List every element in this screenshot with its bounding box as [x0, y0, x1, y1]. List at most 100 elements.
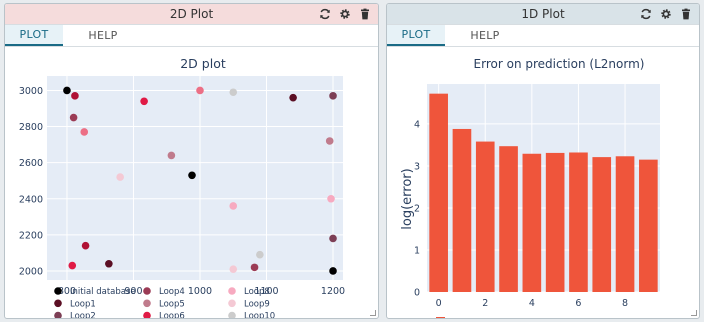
legend-item: Loop4: [143, 287, 185, 297]
legend-label: Loop10: [244, 312, 275, 318]
legend-label: Loop1: [70, 299, 96, 309]
data-point: [116, 173, 124, 181]
data-point: [229, 265, 238, 273]
plot-area: [47, 76, 343, 280]
data-point: [196, 86, 204, 95]
legend-item: Loop10: [228, 312, 275, 318]
chart-title: 2D plot: [180, 56, 226, 71]
x-tick-label: 1200: [321, 286, 345, 297]
trash-icon[interactable]: [679, 7, 693, 21]
x-tick-label: 8: [622, 298, 628, 309]
panel-tabs: PLOT HELP: [387, 25, 699, 47]
data-point: [327, 194, 335, 203]
legend-marker: [54, 287, 62, 295]
y-tick-label: 3: [414, 161, 420, 172]
legend-marker: [228, 311, 236, 318]
tab-help[interactable]: HELP: [445, 25, 525, 46]
legend-item: Loop5: [143, 299, 185, 309]
data-point: [140, 97, 148, 106]
header-actions: [639, 7, 693, 21]
data-point: [325, 137, 334, 145]
scatter-chart: 2D plot 200022002400260028003000800 900 10…: [19, 56, 345, 318]
y-tick-label: 2400: [19, 194, 43, 205]
panel-header: 1D Plot: [387, 4, 699, 25]
bar: [475, 141, 495, 292]
panel-header: 2D Plot: [5, 4, 378, 25]
chart-title: Error on prediction (L2norm): [474, 57, 645, 71]
refresh-icon[interactable]: [639, 7, 653, 21]
y-tick-label: 4: [414, 119, 420, 130]
y-tick-label: 2000: [19, 266, 43, 277]
bar: [615, 156, 635, 292]
bar-chart: Error on prediction (L2norm) log(error) …: [400, 57, 660, 318]
y-axis-label: log(error): [400, 168, 415, 229]
refresh-icon[interactable]: [318, 7, 332, 21]
gear-icon[interactable]: [338, 7, 352, 21]
data-point: [63, 86, 71, 95]
bar: [639, 159, 658, 292]
legend-label: Loop5: [159, 299, 185, 309]
legend-item: Loop2: [54, 312, 96, 318]
y-tick-label: 2800: [19, 122, 43, 133]
bar: [569, 152, 588, 292]
x-tick-label: 1000: [188, 286, 212, 297]
y-tick-label: 0: [414, 288, 420, 299]
legend-label: Initial database: [70, 287, 136, 297]
data-point: [329, 92, 337, 100]
legend-item: Loop8: [228, 287, 270, 297]
panel-1d-plot: 1D Plot PLOT HELP Error on prediction (L…: [386, 3, 700, 319]
resize-handle[interactable]: [691, 310, 697, 316]
legend-item: Column 0: [436, 317, 445, 318]
legend-marker: [228, 299, 236, 308]
data-point: [229, 88, 238, 97]
bar: [452, 128, 472, 292]
legend-marker: [436, 317, 445, 318]
data-point: [256, 250, 264, 259]
resize-handle[interactable]: [370, 310, 376, 316]
legend-marker: [54, 299, 62, 308]
y-tick-label: 2600: [19, 158, 43, 169]
header-actions: [318, 7, 372, 21]
bar: [592, 157, 612, 292]
gear-icon[interactable]: [659, 7, 673, 21]
data-point: [81, 241, 90, 250]
panel-2d-plot: 2D Plot PLOT HELP 2D plot 2000 2200 2400 26…: [4, 3, 379, 319]
data-point: [329, 234, 337, 243]
x-tick-label: 4: [529, 298, 535, 309]
legend-label: Loop2: [70, 312, 96, 318]
data-point: [188, 171, 196, 180]
bar: [499, 146, 518, 292]
x-tick-label: 2: [482, 298, 488, 309]
trash-icon[interactable]: [358, 7, 372, 21]
legend-marker: [143, 299, 151, 308]
y-tick-label: 2: [414, 203, 420, 214]
tab-plot[interactable]: PLOT: [387, 25, 445, 46]
legend-label: Loop4: [159, 287, 185, 297]
data-point: [250, 263, 259, 272]
tab-help[interactable]: HELP: [63, 25, 143, 46]
data-point: [167, 151, 176, 160]
bar: [522, 153, 542, 292]
legend-marker: [228, 287, 236, 295]
data-point: [68, 261, 77, 270]
legend-marker: [54, 311, 62, 318]
y-tick-label: 3000: [19, 86, 43, 97]
legend-marker: [143, 287, 151, 295]
data-point: [329, 267, 337, 275]
bar: [545, 152, 565, 292]
y-tick-label: 1: [414, 245, 420, 256]
data-point: [289, 93, 297, 102]
data-point: [71, 92, 79, 100]
tab-plot[interactable]: PLOT: [5, 25, 63, 46]
panel-tabs: PLOT HELP: [5, 25, 378, 47]
data-point: [229, 202, 238, 210]
data-point: [69, 113, 78, 122]
data-point: [105, 259, 113, 268]
x-tick-label: 0: [436, 298, 442, 309]
legend-label: Loop6: [159, 312, 185, 318]
legend-item: Loop1: [54, 299, 96, 309]
x-tick-label: 6: [575, 298, 581, 309]
bar: [429, 93, 448, 292]
legend-item: Loop6: [143, 312, 185, 318]
legend-item: Loop9: [228, 299, 270, 309]
